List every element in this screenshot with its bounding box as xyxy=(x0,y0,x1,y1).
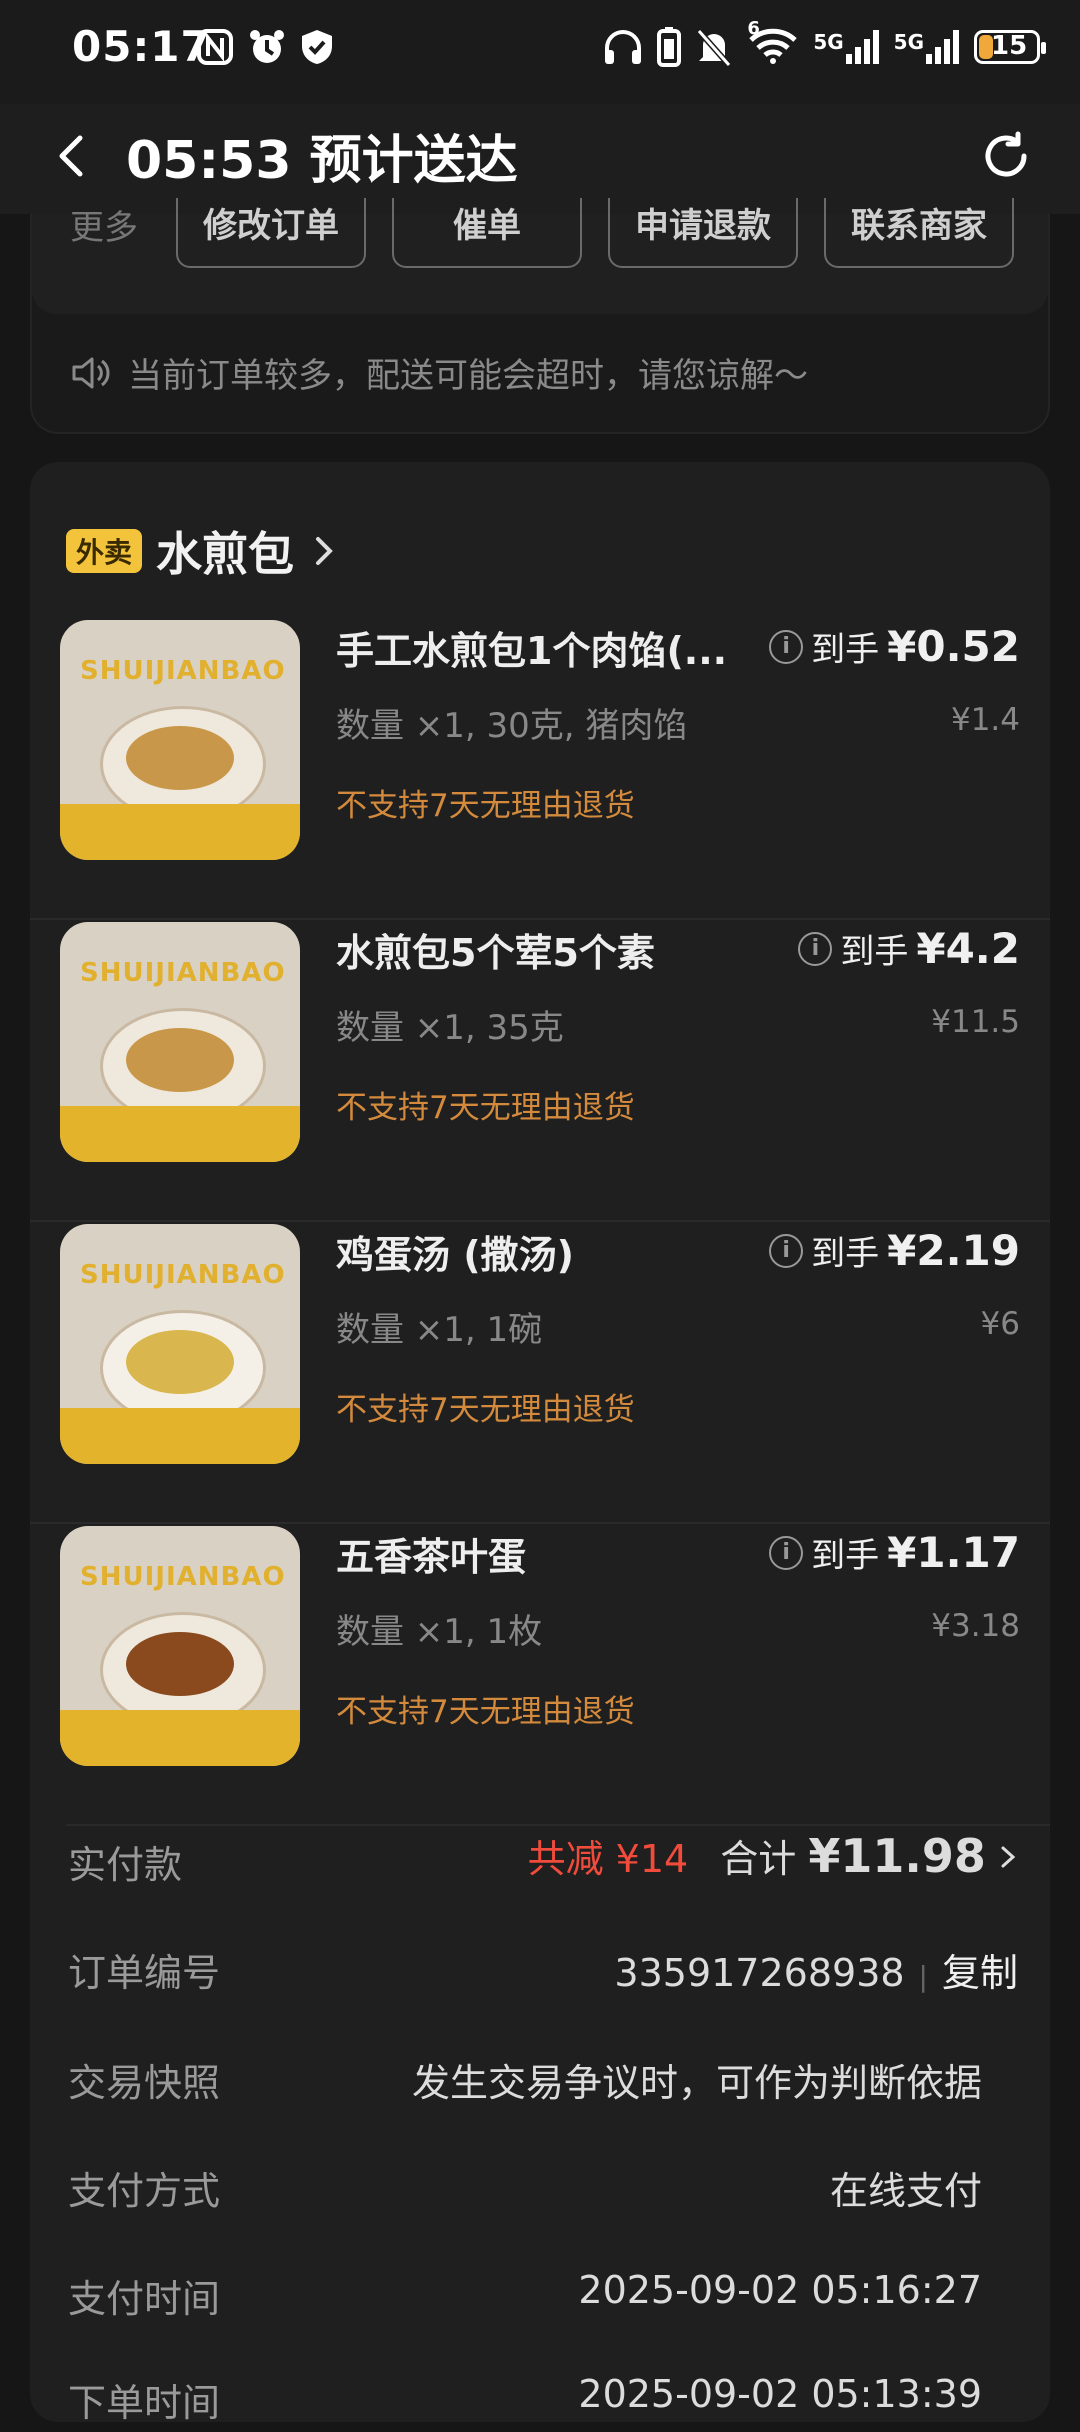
order-time-row: 下单时间 2025-09-02 05:13:39 xyxy=(68,2372,1018,2432)
urge-order-button[interactable]: 催单 xyxy=(392,198,582,268)
pay-time-row: 支付时间 2025-09-02 05:16:27 xyxy=(68,2268,1018,2328)
info-icon[interactable]: i xyxy=(769,629,804,664)
item-name: 水煎包5个荤5个素 xyxy=(336,931,655,975)
price-label: 到手 xyxy=(811,1234,880,1274)
item-spec: 数量 ×1, 35克 xyxy=(336,1008,564,1048)
item-name: 五香茶叶蛋 xyxy=(336,1535,527,1579)
order-item[interactable]: SHUIJIANBAO 五香茶叶蛋 数量 ×1, 1枚 不支持7天无理由退货 i… xyxy=(30,1526,1050,1826)
alarm-icon xyxy=(250,30,284,63)
item-name: 手工水煎包1个肉馅(... xyxy=(336,629,728,673)
snapshot-label: 交易快照 xyxy=(68,2061,221,2105)
shield-icon xyxy=(302,30,332,64)
item-spec: 数量 ×1, 1枚 xyxy=(336,1612,543,1652)
final-price: ¥4.2 xyxy=(916,924,1020,973)
pay-method-row: 支付方式 在线支付 xyxy=(68,2160,1018,2220)
network-type-2: 5G xyxy=(893,30,924,54)
pay-method-label: 支付方式 xyxy=(68,2169,221,2213)
divider xyxy=(66,1824,1050,1826)
refund-button[interactable]: 申请退款 xyxy=(608,198,798,268)
item-image: SHUIJIANBAO xyxy=(60,922,300,1162)
separator: | xyxy=(918,1960,928,1993)
item-spec: 数量 ×1, 30克, 猪肉馅 xyxy=(336,706,688,746)
food-shape xyxy=(126,1632,234,1696)
original-price: ¥3.18 xyxy=(931,1608,1020,1644)
final-price: ¥1.17 xyxy=(887,1528,1020,1577)
info-icon[interactable]: i xyxy=(769,1535,804,1570)
signal-icon xyxy=(845,30,879,64)
return-policy: 不支持7天无理由退货 xyxy=(336,1694,635,1730)
wifi-badge: 6 xyxy=(747,18,760,39)
modify-order-button[interactable]: 修改订单 xyxy=(176,198,366,268)
order-actions-card: 更多 修改订单 催单 申请退款 联系商家 当前订单较多，配送可能会超时，请您谅解… xyxy=(30,198,1050,434)
paid-label: 实付款 xyxy=(68,1843,183,1887)
phone-battery-icon xyxy=(657,27,682,67)
nfc-icon xyxy=(197,29,233,65)
pay-time-label: 支付时间 xyxy=(68,2277,221,2321)
order-detail-card: 外卖 水煎包 SHUIJIANBAO 手工水煎包1个肉馅(... 数量 ×1, … xyxy=(30,462,1050,2425)
pay-method-value: 在线支付 xyxy=(829,2169,982,2213)
item-image: SHUIJIANBAO xyxy=(60,1224,300,1464)
item-image: SHUIJIANBAO xyxy=(60,620,300,860)
signal-icon-2 xyxy=(926,30,959,64)
battery-level: 15 xyxy=(991,31,1028,61)
final-price: ¥2.19 xyxy=(887,1226,1020,1275)
order-number: 335917268938 xyxy=(614,1951,905,1995)
food-shape xyxy=(126,1330,234,1394)
item-image: SHUIJIANBAO xyxy=(60,1526,300,1766)
contact-merchant-button[interactable]: 联系商家 xyxy=(824,198,1014,268)
food-shape xyxy=(126,1028,234,1092)
final-price: ¥0.52 xyxy=(887,622,1020,671)
snapshot-row[interactable]: 交易快照 发生交易争议时，可作为判断依据 xyxy=(68,2052,1018,2112)
status-bar: 05:17 6 5G 5G 15 xyxy=(0,0,1080,104)
store-name: 水煎包 xyxy=(156,527,295,581)
return-policy: 不支持7天无理由退货 xyxy=(336,788,635,824)
notice-text: 当前订单较多，配送可能会超时，请您谅解～ xyxy=(128,356,808,396)
more-label: 更多 xyxy=(70,208,138,248)
paid-amount-row[interactable]: 实付款 共减 ¥14 合计 ¥11.98 xyxy=(68,1829,1018,1894)
original-price: ¥1.4 xyxy=(950,702,1020,738)
battery-icon: 15 xyxy=(974,30,1046,64)
return-policy: 不支持7天无理由退货 xyxy=(336,1392,635,1428)
chevron-right-icon xyxy=(316,537,333,565)
pay-time-value: 2025-09-02 05:16:27 xyxy=(578,2268,982,2312)
mute-bell-icon xyxy=(697,29,732,67)
snapshot-value: 发生交易争议时，可作为判断依据 xyxy=(411,2061,982,2105)
delay-notice: 当前订单较多，配送可能会超时，请您谅解～ xyxy=(70,348,808,397)
order-item[interactable]: SHUIJIANBAO 手工水煎包1个肉馅(... 数量 ×1, 30克, 猪肉… xyxy=(30,620,1050,920)
order-item[interactable]: SHUIJIANBAO 鸡蛋汤 (撒汤) 数量 ×1, 1碗 不支持7天无理由退… xyxy=(30,1224,1050,1524)
order-time-value: 2025-09-02 05:13:39 xyxy=(578,2372,982,2416)
return-policy: 不支持7天无理由退货 xyxy=(336,1090,635,1126)
info-icon[interactable]: i xyxy=(798,931,833,966)
delivery-tag: 外卖 xyxy=(66,529,143,573)
original-price: ¥6 xyxy=(980,1306,1020,1342)
order-item[interactable]: SHUIJIANBAO 水煎包5个荤5个素 数量 ×1, 35克 不支持7天无理… xyxy=(30,922,1050,1222)
food-shape xyxy=(126,726,234,790)
status-time: 05:17 xyxy=(72,22,211,71)
item-spec: 数量 ×1, 1碗 xyxy=(336,1310,543,1350)
divider xyxy=(30,918,1050,920)
back-arrow-icon[interactable] xyxy=(44,126,104,186)
page-title: 05:53 预计送达 xyxy=(126,131,518,191)
price-label: 到手 xyxy=(811,630,880,670)
order-number-label: 订单编号 xyxy=(68,1951,221,1995)
store-header[interactable]: 外卖 水煎包 xyxy=(66,518,338,584)
item-name: 鸡蛋汤 (撒汤) xyxy=(336,1233,574,1277)
order-number-row: 订单编号 335917268938 | 复制 xyxy=(68,1942,1018,2002)
original-price: ¥11.5 xyxy=(931,1004,1020,1040)
copy-button[interactable]: 复制 xyxy=(942,1951,1018,1995)
discount-amount: 共减 ¥14 xyxy=(527,1837,689,1881)
divider xyxy=(30,1220,1050,1222)
headphones-icon xyxy=(605,30,642,64)
total-amount: ¥11.98 xyxy=(808,1829,986,1883)
refresh-icon[interactable] xyxy=(976,126,1036,186)
total-label: 合计 xyxy=(720,1837,797,1881)
network-type-1: 5G xyxy=(813,30,844,54)
divider xyxy=(30,1522,1050,1524)
price-label: 到手 xyxy=(811,1536,880,1576)
chevron-right-icon xyxy=(1001,1846,1016,1868)
price-label: 到手 xyxy=(840,932,909,972)
speaker-icon xyxy=(72,357,110,388)
info-icon[interactable]: i xyxy=(769,1233,804,1268)
